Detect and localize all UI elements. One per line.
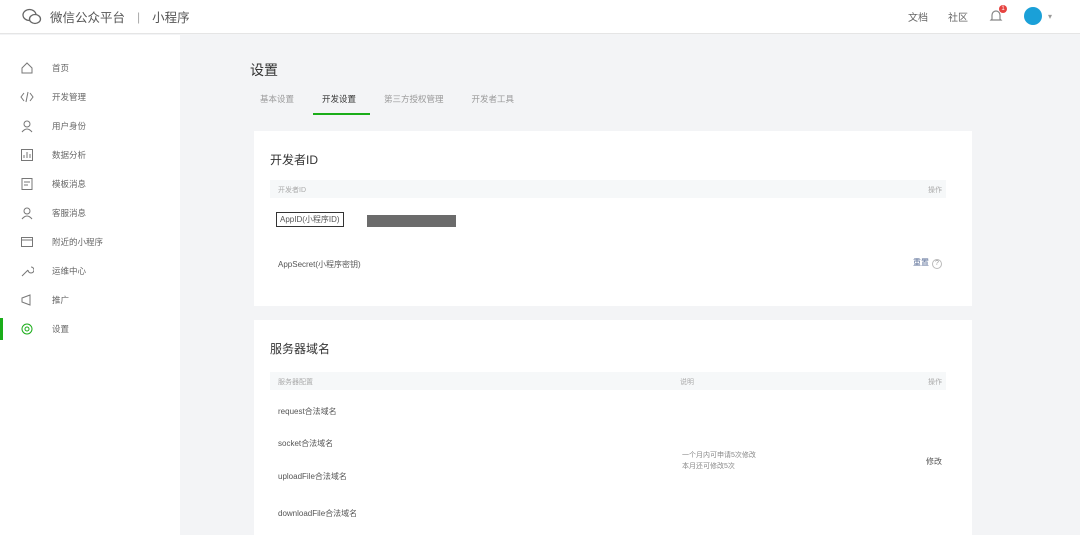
sidebar-item-label: 设置 [52, 324, 70, 334]
column-header: 说明 [680, 379, 694, 386]
sidebar-item-label: 数据分析 [52, 150, 87, 160]
template-icon [21, 178, 33, 190]
sidebar-item-customer-service[interactable]: 客服消息 [0, 202, 180, 224]
column-header: 操作 [928, 187, 942, 194]
brand-title: 微信公众平台 [50, 11, 126, 25]
main-content: 设置 基本设置 开发设置 第三方授权管理 开发者工具 开发者ID 开发者ID 操… [180, 35, 1080, 535]
notification-count-badge: 1 [998, 5, 1007, 13]
sidebar-item-label: 首页 [52, 63, 70, 73]
table-row: uploadFile合法域名 [278, 472, 347, 481]
top-bar: 微信公众平台 | 小程序 文档 社区 1 ▾ [0, 0, 1080, 34]
sidebar-item-settings[interactable]: 设置 [0, 318, 180, 340]
table-row: AppID(小程序ID) [276, 212, 344, 227]
sidebar-item-home[interactable]: 首页 [0, 57, 180, 79]
settings-tabs: 基本设置 开发设置 第三方授权管理 开发者工具 [260, 93, 542, 115]
wrench-icon [21, 266, 34, 277]
sidebar-item-label: 用户身份 [52, 121, 87, 131]
settings-icon [21, 323, 33, 335]
modify-link[interactable]: 修改 [926, 456, 942, 467]
modify-limit-line: 一个月内可申请5次修改 [682, 452, 756, 459]
sidebar-item-promote[interactable]: 推广 [0, 289, 180, 311]
brand[interactable]: 微信公众平台 | 小程序 [22, 7, 190, 26]
modify-limit-note: 一个月内可申请5次修改 本月还可修改5次 [682, 450, 756, 472]
modify-remaining-line: 本月还可修改5次 [682, 463, 735, 470]
docs-link[interactable]: 文档 [908, 9, 928, 24]
sidebar-item-ops-center[interactable]: 运维中心 [0, 260, 180, 282]
sidebar-item-label: 运维中心 [52, 266, 87, 276]
help-icon[interactable]: ? [932, 259, 942, 269]
appsecret-label: AppSecret(小程序密钥) [278, 260, 361, 269]
sidebar-item-nearby[interactable]: 附近的小程序 [0, 231, 180, 253]
column-header: 服务器配置 [278, 379, 313, 386]
server-domain-card: 服务器域名 服务器配置 说明 操作 request合法域名 socket合法域名… [254, 320, 972, 535]
home-icon [21, 62, 33, 74]
sidebar-item-analytics[interactable]: 数据分析 [0, 144, 180, 166]
sidebar-item-label: 附近的小程序 [52, 237, 104, 247]
table-row: request合法域名 [278, 407, 337, 416]
appsecret-action: 重置? [913, 257, 942, 269]
promote-icon [21, 294, 31, 306]
table-row: downloadFile合法域名 [278, 509, 358, 518]
user-icon [21, 120, 33, 133]
sidebar-item-users[interactable]: 用户身份 [0, 115, 180, 137]
chevron-down-icon[interactable]: ▾ [1048, 12, 1052, 21]
sidebar-item-templates[interactable]: 模板消息 [0, 173, 180, 195]
page-title: 设置 [250, 62, 278, 78]
sidebar-item-label: 推广 [52, 295, 70, 305]
reset-link[interactable]: 重置 [913, 258, 929, 267]
server-domain-table-header: 服务器配置 说明 操作 [270, 372, 946, 390]
appid-value-redacted [367, 215, 456, 227]
table-row: socket合法域名 [278, 439, 334, 448]
community-link[interactable]: 社区 [948, 9, 968, 24]
tab-basic-settings[interactable]: 基本设置 [260, 93, 304, 111]
sidebar-item-label: 开发管理 [52, 92, 87, 102]
developer-id-title: 开发者ID [270, 153, 319, 167]
avatar[interactable] [1023, 7, 1042, 25]
code-icon [20, 91, 34, 103]
table-row: AppSecret(小程序密钥) [278, 259, 361, 270]
column-header: 开发者ID [278, 187, 306, 194]
brand-section: 小程序 [152, 11, 190, 25]
sidebar-item-label: 模板消息 [52, 179, 87, 189]
service-icon [21, 207, 33, 220]
nearby-icon [21, 237, 33, 247]
top-right-menu: 文档 社区 1 ▾ [908, 5, 1052, 25]
server-domain-title: 服务器域名 [270, 342, 331, 356]
sidebar-item-label: 客服消息 [52, 208, 87, 218]
chart-icon [21, 149, 33, 161]
notification-bell-icon[interactable]: 1 [988, 5, 1007, 24]
tab-third-party-auth[interactable]: 第三方授权管理 [384, 93, 454, 111]
sidebar: 首页 开发管理 用户身份 数据分析 模板消息 客服消息 附近的小程序 运维中心 … [0, 35, 180, 535]
tab-dev-tools[interactable]: 开发者工具 [472, 93, 525, 111]
wechat-logo-icon [22, 8, 42, 24]
column-header: 操作 [928, 379, 942, 386]
brand-separator: | [137, 9, 141, 24]
developer-id-card: 开发者ID 开发者ID 操作 AppID(小程序ID) AppSecret(小程… [254, 131, 972, 306]
sidebar-item-dev-management[interactable]: 开发管理 [0, 86, 180, 108]
tab-dev-settings[interactable]: 开发设置 [313, 93, 371, 115]
developer-id-table-header: 开发者ID 操作 [270, 180, 946, 198]
appid-label: AppID(小程序ID) [276, 212, 344, 227]
